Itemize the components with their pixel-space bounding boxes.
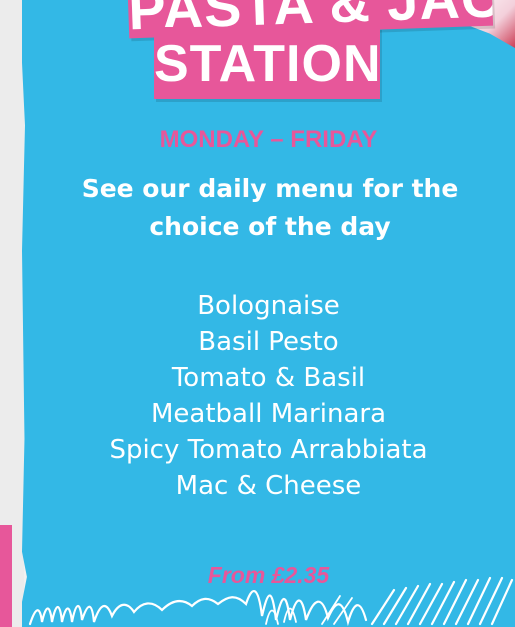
menu-item: Mac & Cheese	[175, 471, 362, 501]
menu-item: Tomato & Basil	[171, 363, 366, 393]
menu-list: Bolognaise Basil Pesto Tomato & Basil Me…	[22, 288, 515, 504]
menu-item: Basil Pesto	[198, 327, 339, 357]
subtitle: See our daily menu for the choice of the…	[60, 170, 480, 246]
menu-item: Meatball Marinara	[150, 399, 386, 429]
title-line-2: STATION	[154, 27, 381, 99]
menu-item: Spicy Tomato Arrabbiata	[109, 435, 428, 465]
scribble-decoration	[28, 576, 514, 627]
pink-edge-strip	[0, 525, 12, 627]
subtitle-line-2: choice of the day	[149, 212, 391, 241]
days-heading: MONDAY – FRIDAY	[159, 126, 378, 153]
menu-item: Bolognaise	[197, 291, 340, 321]
subtitle-line-1: See our daily menu for the	[81, 174, 459, 203]
